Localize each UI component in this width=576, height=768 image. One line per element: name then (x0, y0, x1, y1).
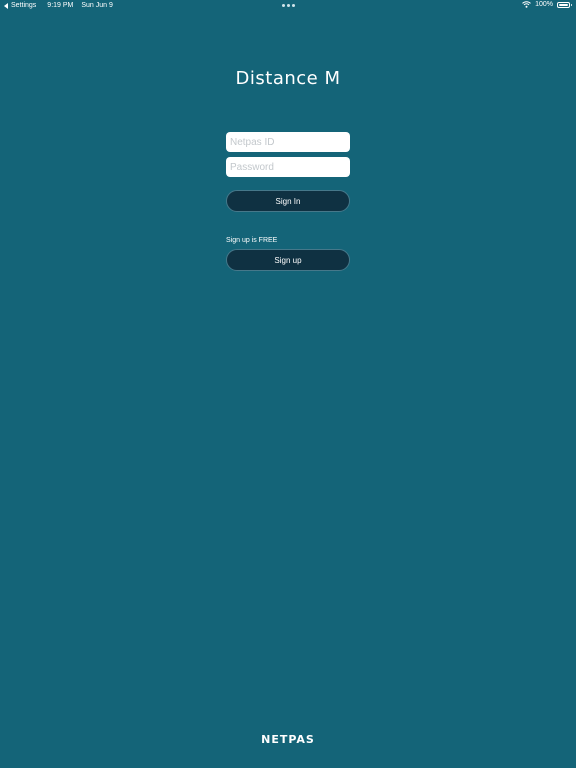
back-arrow-icon (4, 2, 8, 9)
battery-tip (570, 3, 572, 6)
netpas-id-field[interactable] (226, 132, 350, 152)
battery-icon (557, 1, 572, 8)
status-right: 100% (522, 1, 572, 8)
back-to-settings[interactable]: Settings (4, 2, 36, 9)
signup-note: Sign up is FREE (226, 237, 278, 244)
netpas-logo: NETPAS (261, 733, 315, 746)
sign-up-label: Sign up (274, 255, 302, 265)
sign-up-button[interactable]: Sign up (226, 249, 350, 271)
sign-in-label: Sign In (275, 196, 301, 206)
app-title: Distance M (235, 68, 341, 89)
wifi-icon (522, 1, 531, 8)
back-label: Settings (11, 2, 37, 9)
status-date: Sun Jun 9 (81, 2, 113, 9)
battery-percent: 100% (535, 1, 553, 8)
status-bar: Settings 9:19 PM Sun Jun 9 100% (0, 0, 576, 12)
battery-fill (559, 3, 568, 6)
status-left: Settings 9:19 PM Sun Jun 9 (4, 2, 113, 9)
sign-in-button[interactable]: Sign In (226, 190, 350, 212)
status-time: 9:19 PM (47, 2, 74, 9)
multitasking-dots-icon[interactable] (282, 4, 295, 7)
password-field[interactable] (226, 157, 350, 177)
